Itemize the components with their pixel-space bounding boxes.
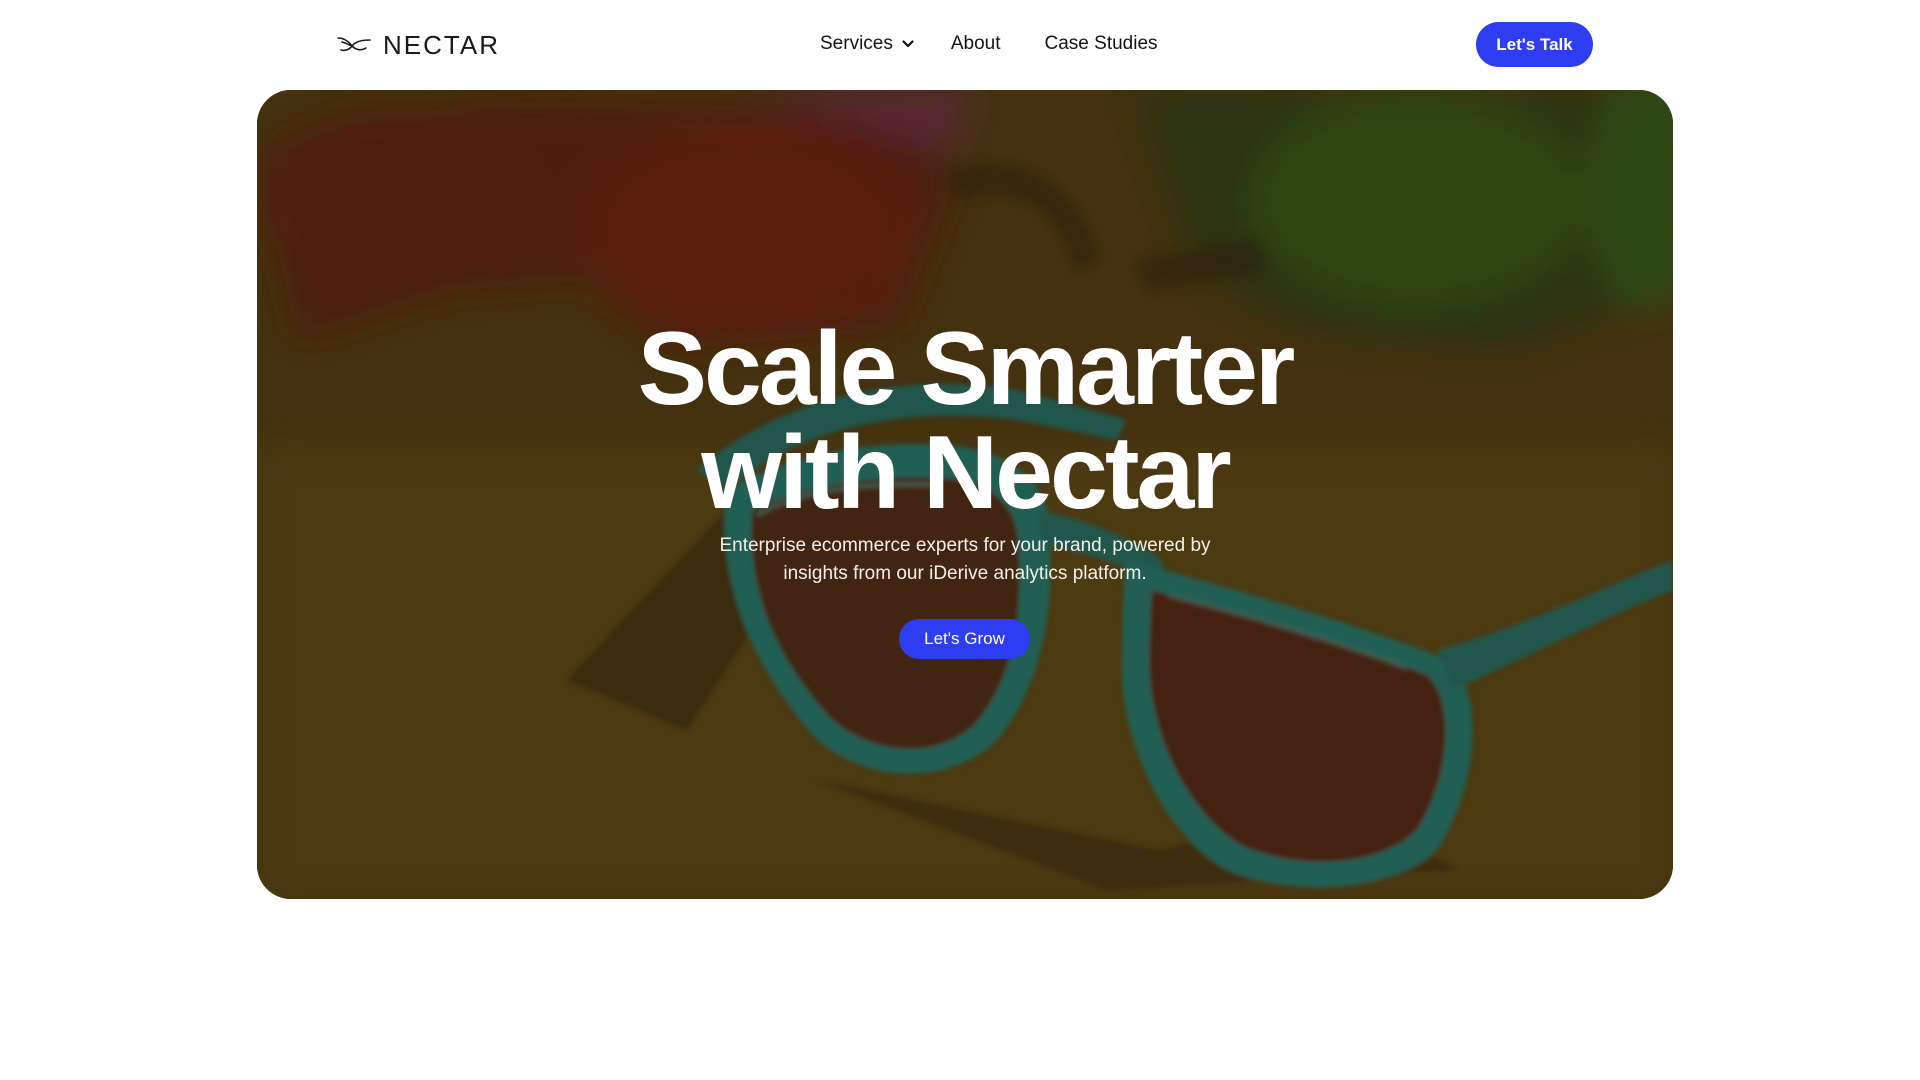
lets-talk-button[interactable]: Let's Talk xyxy=(1476,22,1593,67)
nav-case-studies[interactable]: Case Studies xyxy=(1045,33,1158,55)
hummingbird-icon xyxy=(337,37,371,52)
main-nav: Services About Case Studies xyxy=(820,30,1158,58)
nav-services[interactable]: Services xyxy=(820,33,915,55)
hero-title-line-1: Scale Smarter xyxy=(637,311,1296,427)
nav-services-label: Services xyxy=(820,33,893,54)
brand-logo[interactable]: NECTAR xyxy=(337,29,500,60)
hero-subtitle: Enterprise ecommerce experts for your br… xyxy=(695,532,1235,588)
page: NECTAR Services About Case Studies Let's… xyxy=(0,0,1920,1080)
hero-title-line-2: with Nectar xyxy=(701,415,1232,531)
site-header: NECTAR Services About Case Studies Let's… xyxy=(0,0,1920,90)
hero-banner: Scale Smarter with Nectar Enterprise eco… xyxy=(257,90,1673,899)
nav-about[interactable]: About xyxy=(951,33,1001,55)
brand-name: NECTAR xyxy=(383,29,500,60)
hero-subtitle-line-2: insights from our iDerive analytics plat… xyxy=(783,563,1147,584)
hero-title: Scale Smarter with Nectar xyxy=(257,317,1673,525)
hero-subtitle-line-1: Enterprise ecommerce experts for your br… xyxy=(719,535,1211,556)
lets-grow-button[interactable]: Let's Grow xyxy=(899,619,1030,659)
chevron-down-icon xyxy=(902,40,914,48)
